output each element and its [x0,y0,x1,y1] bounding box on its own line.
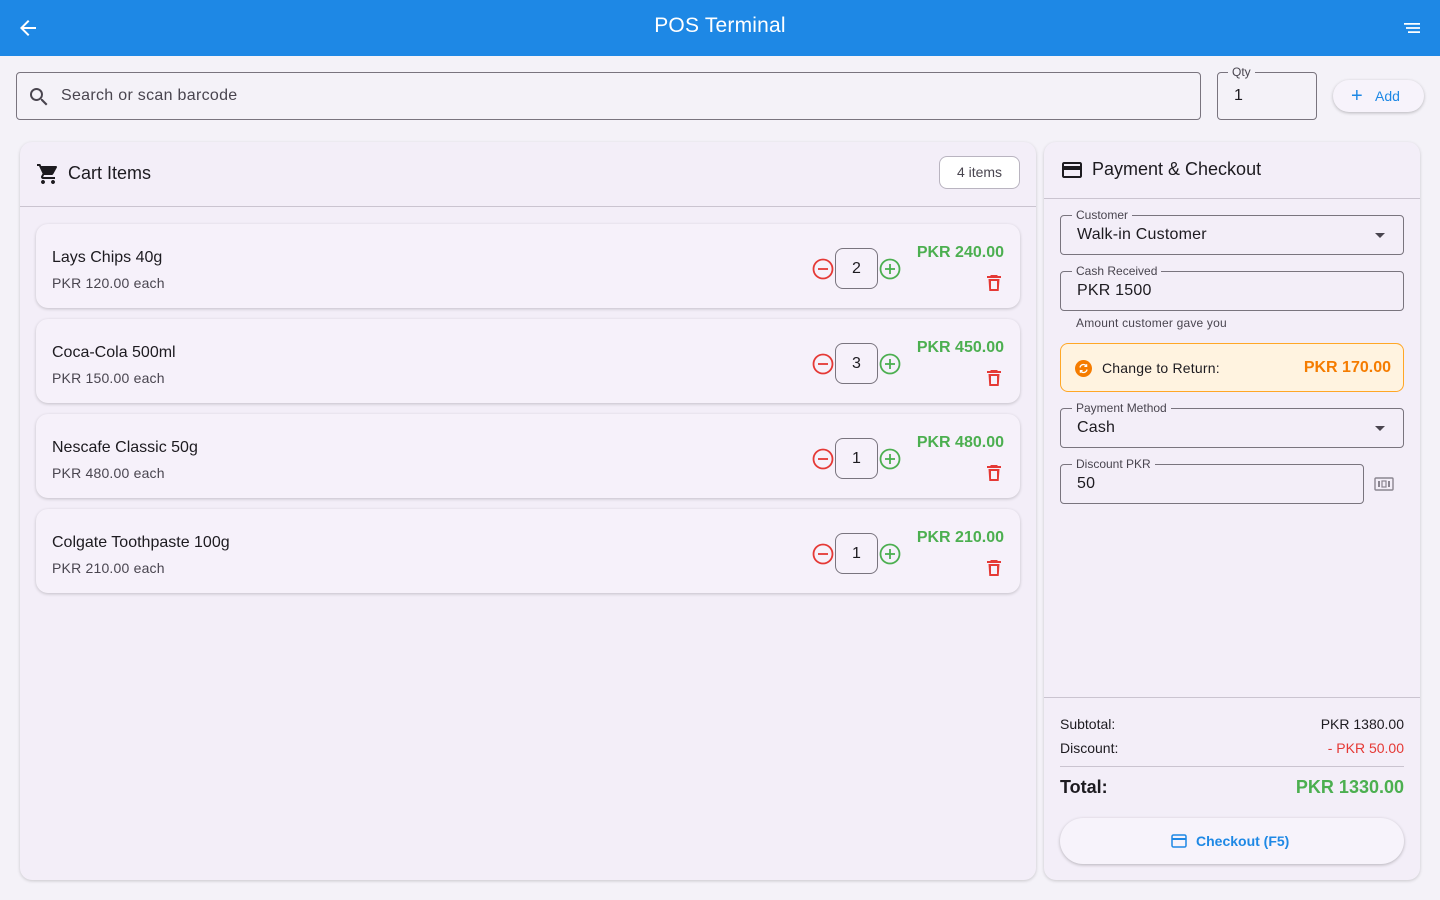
change-to-return-box: Change to Return: PKR 170.00 [1060,343,1404,392]
increment-icon[interactable] [879,353,901,375]
cart-title: Cart Items [68,163,152,183]
discount-field[interactable]: Discount PKR 50 [1060,457,1364,504]
cash-received-helper: Amount customer gave you [1076,316,1227,330]
payment-method-value: Cash [1077,419,1116,436]
item-name: Coca-Cola 500ml [52,344,176,361]
increment-icon[interactable] [879,258,901,280]
cart-item: Coca-Cola 500ml PKR 150.00 each 3 PKR 45… [36,319,1020,403]
increment-icon[interactable] [879,448,901,470]
decrement-icon[interactable] [812,353,834,375]
credit-card-icon [1171,834,1187,848]
discount-label: Discount PKR [1072,457,1155,471]
search-input[interactable] [61,73,1181,119]
item-total: PKR 240.00 [916,244,1004,261]
change-label: Change to Return: [1102,360,1220,376]
checkout-button[interactable]: Checkout (F5) [1060,818,1404,864]
dropdown-arrow-icon [1375,426,1385,431]
summary-divider [1060,766,1404,767]
checkout-label: Checkout (F5) [1196,833,1290,849]
payment-panel: Payment & Checkout Customer Walk-in Cust… [1044,142,1420,880]
item-count-badge: 4 items [939,156,1020,189]
menu-lines-icon[interactable] [1400,16,1424,40]
item-unit-price: PKR 120.00 each [52,275,165,291]
discount-value: 50 [1077,475,1096,492]
add-button[interactable]: + Add [1333,80,1424,112]
payment-header: Payment & Checkout [1044,142,1420,199]
payment-method-label: Payment Method [1072,401,1171,415]
cart-item: Lays Chips 40g PKR 120.00 each 2 PKR 240… [36,224,1020,308]
item-unit-price: PKR 210.00 each [52,560,165,576]
qty-input[interactable] [1234,73,1304,119]
item-quantity[interactable]: 3 [835,343,878,384]
decrement-icon[interactable] [812,543,834,565]
search-icon [30,88,48,106]
subtotal-value: PKR 1380.00 [1320,716,1404,732]
credit-card-icon [1062,162,1082,178]
summary-discount-label: Discount: [1060,740,1119,756]
total-value: PKR 1330.00 [1295,777,1404,797]
add-button-label: Add [1375,88,1400,104]
decrement-icon[interactable] [812,258,834,280]
payment-title: Payment & Checkout [1092,159,1262,179]
cash-received-label: Cash Received [1072,264,1162,278]
shopping-cart-icon [37,164,58,184]
item-total: PKR 480.00 [916,434,1004,451]
delete-icon[interactable] [986,559,1002,577]
item-total: PKR 450.00 [916,339,1004,356]
cart-panel: Cart Items 4 items Lays Chips 40g PKR 12… [20,142,1036,880]
item-name: Lays Chips 40g [52,249,163,266]
customer-select[interactable]: Customer Walk-in Customer [1060,208,1404,255]
plus-icon: + [1351,85,1363,107]
summary-discount-value: - PKR 50.00 [1327,740,1404,756]
item-name: Nescafe Classic 50g [52,439,198,456]
customer-label: Customer [1072,208,1133,222]
change-amount: PKR 170.00 [1303,359,1391,376]
cash-received-field[interactable]: Cash Received PKR 1500 [1060,264,1404,311]
subtotal-label: Subtotal: [1060,716,1116,732]
qty-field: Qty [1217,65,1317,120]
cart-item: Nescafe Classic 50g PKR 480.00 each 1 PK… [36,414,1020,498]
cash-received-value: PKR 1500 [1077,282,1152,299]
item-unit-price: PKR 480.00 each [52,465,165,481]
item-total: PKR 210.00 [916,529,1004,546]
decrement-icon[interactable] [812,448,834,470]
order-summary: Subtotal: PKR 1380.00 Discount: - PKR 50… [1044,697,1420,797]
search-field [16,72,1201,120]
delete-icon[interactable] [986,369,1002,387]
payment-method-select[interactable]: Payment Method Cash [1060,401,1404,448]
item-quantity[interactable]: 2 [835,248,878,289]
delete-icon[interactable] [986,274,1002,292]
total-label: Total: [1060,777,1108,797]
cart-header: Cart Items 4 items [20,142,1036,207]
item-unit-price: PKR 150.00 each [52,370,165,386]
item-quantity[interactable]: 1 [835,438,878,479]
cart-item: Colgate Toothpaste 100g PKR 210.00 each … [36,509,1020,593]
customer-value: Walk-in Customer [1077,226,1207,243]
money-icon[interactable] [1374,476,1394,492]
increment-icon[interactable] [879,543,901,565]
item-name: Colgate Toothpaste 100g [52,534,230,551]
delete-icon[interactable] [986,464,1002,482]
item-quantity[interactable]: 1 [835,533,878,574]
dropdown-arrow-icon [1375,233,1385,238]
app-bar: POS Terminal [0,0,1440,56]
page-title: POS Terminal [654,14,786,37]
change-cycle-icon [1075,360,1092,377]
